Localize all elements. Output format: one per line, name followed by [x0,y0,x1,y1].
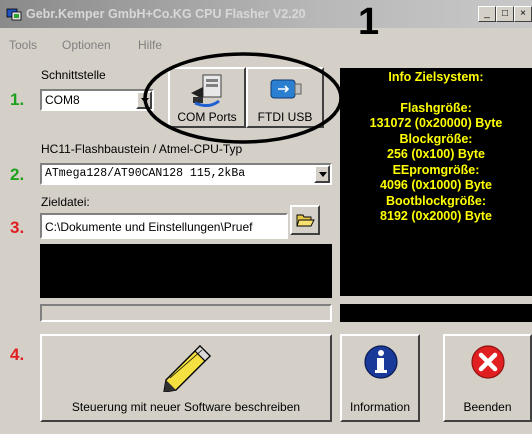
status-bar [340,304,532,322]
chip-select[interactable]: ATmega128/AT90CAN128 115,2kBa [40,163,332,185]
menu-bar: Tools Optionen Hilfe [0,28,532,52]
chip-dropdown-button[interactable] [314,165,330,183]
pencil-icon [163,345,211,392]
step-2-number: 2. [10,165,25,184]
chip-value: ATmega128/AT90CAN128 115,2kBa [45,167,246,180]
exit-button[interactable]: Beenden [443,334,532,422]
info-line: 4096 (0x1000) Byte [380,178,492,192]
step-3-number: 3. [10,218,25,237]
browse-button[interactable] [290,205,320,235]
info-line: Bootblockgröße: [386,193,486,208]
info-heading: Info Zielsystem: [388,70,484,84]
close-window-button[interactable]: × [514,6,532,22]
step-1-number: 1. [10,90,25,109]
port-value: COM8 [45,93,80,107]
highlight-ellipse [143,52,343,144]
maximize-button[interactable]: □ [496,6,514,22]
annotation-number: 1 [358,1,380,43]
info-panel: Info Zielsystem: Flashgröße: 131072 (0x2… [340,68,532,296]
progress-bar [40,304,332,322]
information-button[interactable]: Information [340,334,420,422]
exit-label: Beenden [463,400,512,414]
info-line: Blockgröße: [399,131,473,146]
target-file-value: C:\Dokumente und Einstellungen\Pruef [45,220,253,234]
info-line: 256 (0x100) Byte [387,147,485,161]
info-line: 8192 (0x2000) Byte [380,209,492,223]
target-label: Zieldatei: [41,195,90,209]
info-line: Flashgröße: [400,100,472,115]
close-x-icon [471,345,505,379]
program-button-label: Steuerung mit neuer Software beschreiben [71,400,301,414]
info-icon [364,345,398,379]
information-label: Information [349,400,411,414]
info-line [340,86,532,101]
target-file-input[interactable]: C:\Dokumente und Einstellungen\Pruef [40,213,288,239]
chip-label: HC11-Flashbaustein / Atmel-CPU-Typ [41,142,243,156]
menu-tools[interactable]: Tools [9,38,37,52]
port-label: Schnittstelle [41,68,106,82]
menu-optionen[interactable]: Optionen [62,38,111,52]
step-4-number: 4. [10,345,25,364]
port-select[interactable]: COM8 [40,89,154,111]
info-line: EEpromgröße: [392,162,480,177]
title-bar: Gebr.Kemper GmbH+Co.KG CPU Flasher V2.20… [0,0,532,28]
info-line: 131072 (0x20000) Byte [369,116,503,130]
log-output [40,244,332,298]
folder-open-icon [296,214,315,227]
program-button[interactable]: Steuerung mit neuer Software beschreiben [40,334,332,422]
minimize-button[interactable]: _ [478,6,496,22]
window-title: Gebr.Kemper GmbH+Co.KG CPU Flasher V2.20 [26,7,306,21]
app-icon [6,8,22,21]
